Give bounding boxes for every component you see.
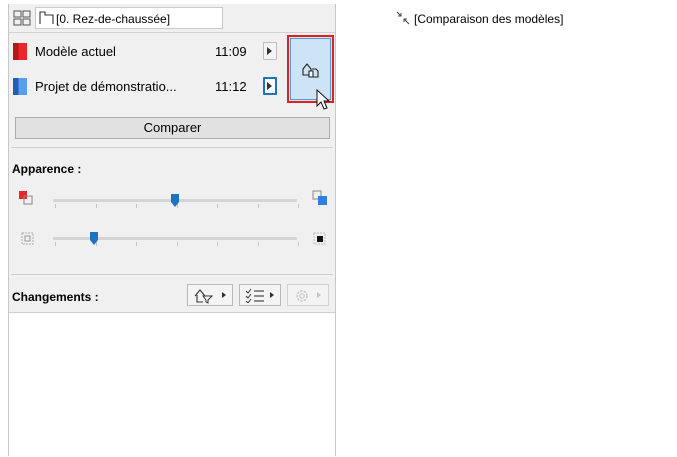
model-name: Modèle actuel [35,44,116,59]
slider-tick [217,242,218,246]
model-row-current[interactable]: Modèle actuel 11:09 [9,38,279,66]
slider-tick [55,204,56,208]
model-color-swatch [13,43,27,60]
model-name: Projet de démonstratio... [35,79,177,94]
slider-tick [257,204,259,208]
chevron-right-icon [267,82,272,90]
red-squares-icon [19,191,33,205]
slider-tick [298,204,299,208]
slider-tick [298,242,299,246]
divider [11,147,333,148]
chevron-right-icon [270,292,274,298]
mouse-cursor-icon [316,89,331,110]
floor-plan-icon [39,11,54,24]
slider-tick [136,204,137,208]
chevron-right-icon [317,292,321,298]
gear-icon [296,290,308,302]
model-options-button[interactable] [263,77,277,95]
panel-toolbar: [0. Rez-de-chaussée] [9,4,335,33]
compare-arrows-icon [396,11,410,25]
model-compare-panel: [0. Rez-de-chaussée] Modèle actuel 11:09… [8,4,336,457]
model-color-swatch [13,78,27,95]
list-filter-button[interactable] [239,284,281,306]
appearance-label: Apparence : [12,162,82,176]
divider [11,274,333,275]
story-label: [0. Rez-de-chaussée] [56,12,171,26]
view-title: [Comparaison des modèles] [414,12,564,26]
chevron-right-icon [267,47,272,55]
slider-tick [217,204,218,208]
list-filter-icon [245,288,264,303]
slider-tick [176,242,178,246]
slider-tick [136,242,137,246]
model-row-demo[interactable]: Projet de démonstratio... 11:12 [9,73,279,101]
shape-filter-icon [194,289,214,304]
model-options-button[interactable] [263,42,277,60]
blue-squares-icon [312,190,327,205]
color-blend-slider-thumb[interactable] [171,194,179,207]
slider-tick [55,242,56,246]
model-time: 11:12 [215,79,247,94]
changes-list[interactable] [9,312,335,457]
swap-models-icon [302,63,319,78]
contrast-slider-thumb[interactable] [90,232,99,245]
changes-label: Changements : [12,290,99,304]
slider-tick [95,204,97,208]
filled-square-icon [313,232,326,245]
slider-tick [257,242,259,246]
layout-grid-icon[interactable] [13,10,31,26]
switch-model-button[interactable] [287,35,334,110]
story-selector[interactable]: [0. Rez-de-chaussée] [35,7,223,29]
chevron-right-icon [222,292,226,298]
compare-button[interactable]: Comparer [15,117,330,139]
shape-filter-button[interactable] [187,284,233,306]
model-time: 11:09 [215,44,247,59]
outline-square-icon [21,232,34,245]
settings-button[interactable] [287,284,329,306]
